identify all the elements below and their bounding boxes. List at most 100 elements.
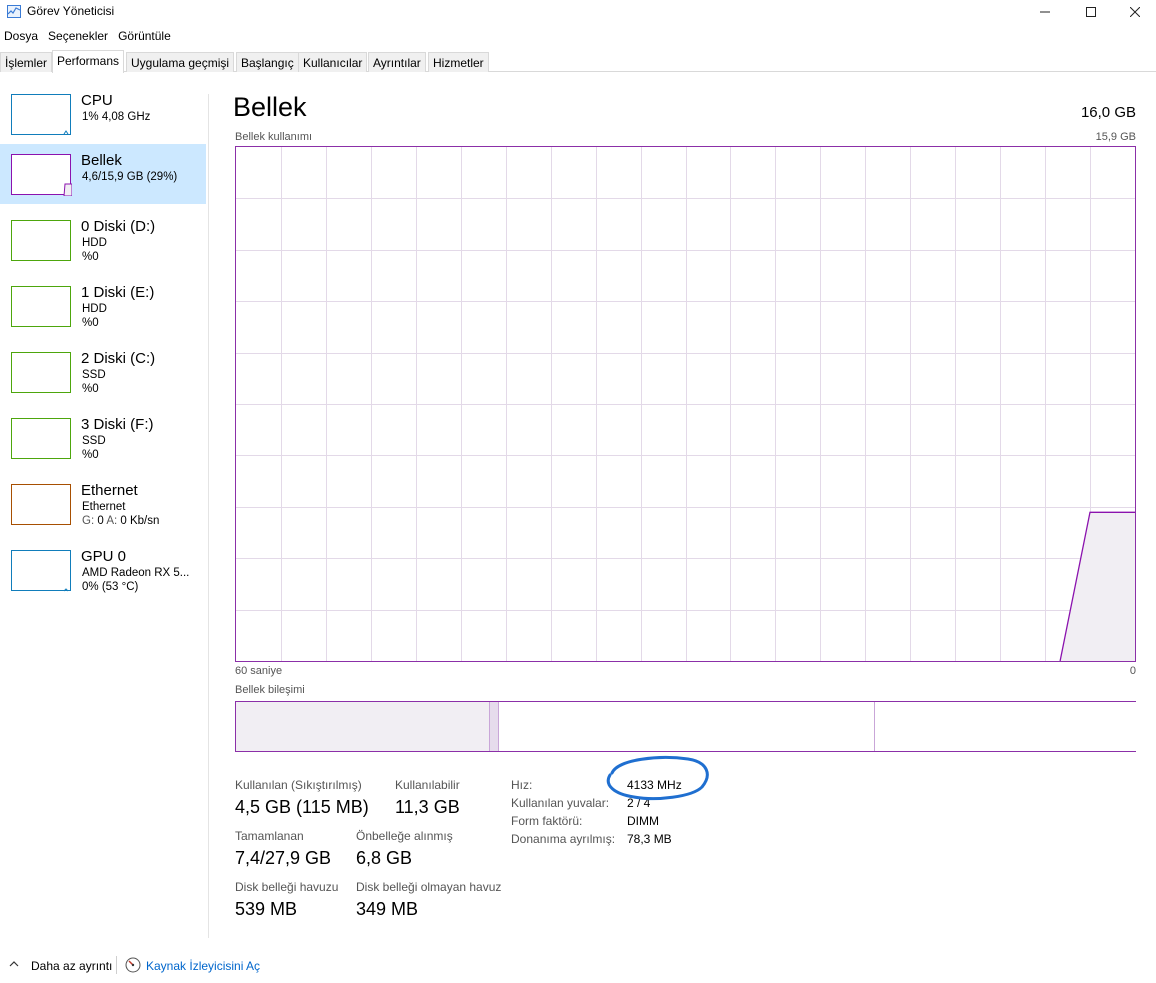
- tab-processes[interactable]: İşlemler: [0, 52, 53, 72]
- ethernet-thumbnail-graph: [11, 484, 71, 525]
- minimize-icon: [1040, 11, 1050, 13]
- maximize-button[interactable]: [1068, 0, 1114, 24]
- nonpaged-pool-value: 349 MB: [356, 899, 419, 919]
- disk-thumbnail-graph: [11, 352, 71, 393]
- sidebar-item-title: GPU 0: [81, 548, 127, 565]
- performance-sidebar: CPU 1% 4,08 GHz Bellek 4,6/15,9 GB (29%)…: [0, 84, 206, 604]
- menu-file[interactable]: Dosya: [0, 27, 42, 45]
- committed-value: 7,4/27,9 GB: [235, 848, 332, 868]
- speed-label: Hız:: [511, 778, 533, 792]
- page-title: Bellek: [233, 92, 307, 122]
- memory-total: 16,0 GB: [1080, 104, 1136, 121]
- tab-services[interactable]: Hizmetler: [428, 52, 489, 72]
- form-factor-label: Form faktörü:: [511, 814, 583, 828]
- sidebar-item-title: Ethernet: [81, 482, 138, 499]
- form-factor-value: DIMM: [627, 814, 659, 828]
- composition-free[interactable]: [874, 702, 1136, 751]
- usage-graph-max: 15,9 GB: [1095, 131, 1136, 143]
- sidebar-item-memory[interactable]: Bellek 4,6/15,9 GB (29%): [0, 144, 206, 204]
- composition-in-use[interactable]: [236, 702, 489, 751]
- sidebar-item-type: SSD: [82, 369, 106, 381]
- usage-graph-label: Bellek kullanımı: [235, 131, 313, 143]
- tab-bar: İşlemler Performans Uygulama geçmişi Baş…: [0, 50, 1156, 73]
- sidebar-item-type: HDD: [82, 303, 107, 315]
- composition-standby[interactable]: [498, 702, 874, 751]
- cached-label: Önbelleğe alınmış: [356, 829, 453, 843]
- tab-performance[interactable]: Performans: [52, 50, 125, 73]
- receive-label: A:: [106, 515, 118, 527]
- sidebar-item-usage: 0% (53 °C): [82, 581, 139, 593]
- sidebar-item-adapter: Ethernet: [82, 501, 126, 513]
- cached-value: 6,8 GB: [356, 848, 413, 868]
- sidebar-item-usage: %0: [82, 383, 99, 395]
- sidebar-item-subtitle: 4,6/15,9 GB (29%): [82, 171, 178, 183]
- nonpaged-pool-label: Disk belleği olmayan havuz: [356, 880, 502, 894]
- sidebar-item-model: AMD Radeon RX 5...: [82, 567, 190, 579]
- sidebar-item-title: 3 Diski (F:): [81, 416, 154, 433]
- paged-pool-label: Disk belleği havuzu: [235, 880, 339, 894]
- sidebar-item-usage: %0: [82, 251, 99, 263]
- open-resource-monitor-link[interactable]: Kaynak İzleyicisini Aç: [146, 959, 260, 973]
- tab-users[interactable]: Kullanıcılar: [298, 52, 368, 72]
- annotation-circle-icon: [606, 756, 709, 801]
- sidebar-item-title: CPU: [81, 92, 113, 109]
- sidebar-item-title: 1 Diski (E:): [81, 284, 155, 301]
- sidebar-item-disk-1[interactable]: 1 Diski (E:) HDD %0: [0, 276, 206, 336]
- sidebar-item-disk-0[interactable]: 0 Diski (D:) HDD %0: [0, 210, 206, 270]
- resource-monitor-icon: [125, 957, 141, 973]
- sidebar-item-disk-2[interactable]: 2 Diski (C:) SSD %0: [0, 342, 206, 402]
- disk-thumbnail-graph: [11, 418, 71, 459]
- memory-usage-chart: [236, 147, 1135, 662]
- composition-label: Bellek bileşimi: [235, 684, 305, 696]
- send-value: 0: [97, 515, 104, 527]
- used-label: Kullanılan (Sıkıştırılmış): [235, 778, 362, 792]
- tab-details[interactable]: Ayrıntılar: [368, 52, 426, 72]
- sidebar-item-usage: %0: [82, 317, 99, 329]
- used-value: 4,5 GB (115 MB): [235, 797, 369, 817]
- footer-bar: Daha az ayrıntı Kaynak İzleyicisini Aç: [0, 952, 1156, 978]
- committed-label: Tamamlanan: [235, 829, 304, 843]
- hardware-reserved-value: 78,3 MB: [627, 832, 672, 846]
- sidebar-item-title: Bellek: [81, 152, 122, 169]
- close-icon: [1130, 7, 1140, 17]
- menu-bar: Dosya Seçenekler Görüntüle: [0, 27, 177, 45]
- composition-modified[interactable]: [489, 702, 498, 751]
- close-button[interactable]: [1112, 0, 1156, 24]
- sidebar-item-title: 2 Diski (C:): [81, 350, 156, 367]
- sidebar-item-subtitle: 1% 4,08 GHz: [82, 111, 151, 123]
- chevron-up-icon: [9, 961, 19, 967]
- maximize-icon: [1086, 7, 1096, 17]
- menu-options[interactable]: Seçenekler: [44, 27, 112, 45]
- tab-app-history[interactable]: Uygulama geçmişi: [126, 52, 235, 72]
- sidebar-item-ethernet[interactable]: Ethernet Ethernet G: 0 A: 0 Kb/sn: [0, 474, 206, 534]
- memory-thumbnail-graph: [11, 154, 73, 197]
- sidebar-divider: [208, 94, 209, 938]
- disk-thumbnail-graph: [11, 220, 71, 261]
- sidebar-item-cpu[interactable]: CPU 1% 4,08 GHz: [0, 84, 206, 144]
- memory-composition-bar[interactable]: [235, 701, 1136, 752]
- gpu-thumbnail-graph: [11, 550, 71, 592]
- title-bar: Görev Yöneticisi: [0, 0, 1156, 24]
- receive-value: 0 Kb/sn: [120, 515, 160, 527]
- sidebar-item-usage: %0: [82, 449, 99, 461]
- disk-thumbnail-graph: [11, 286, 71, 327]
- task-manager-app-icon: [7, 5, 21, 18]
- sidebar-item-gpu[interactable]: GPU 0 AMD Radeon RX 5... 0% (53 °C): [0, 540, 206, 600]
- slots-used-label: Kullanılan yuvalar:: [511, 796, 610, 810]
- hardware-reserved-label: Donanıma ayrılmış:: [511, 832, 616, 846]
- fewer-details-button[interactable]: Daha az ayrıntı: [31, 959, 112, 973]
- footer-divider: [116, 956, 117, 974]
- available-label: Kullanılabilir: [395, 778, 460, 792]
- menu-view[interactable]: Görüntüle: [114, 27, 175, 45]
- tab-startup[interactable]: Başlangıç: [236, 52, 299, 72]
- paged-pool-value: 539 MB: [235, 899, 298, 919]
- cpu-thumbnail-graph: [11, 94, 71, 135]
- sidebar-item-type: HDD: [82, 237, 107, 249]
- sidebar-item-type: SSD: [82, 435, 106, 447]
- graph-time-axis-left: 60 saniye: [235, 665, 283, 677]
- graph-time-axis-right: 0: [1129, 665, 1136, 677]
- window-title: Görev Yöneticisi: [27, 4, 115, 18]
- minimize-button[interactable]: [1022, 0, 1068, 24]
- sidebar-item-disk-3[interactable]: 3 Diski (F:) SSD %0: [0, 408, 206, 468]
- send-label: G:: [82, 515, 95, 527]
